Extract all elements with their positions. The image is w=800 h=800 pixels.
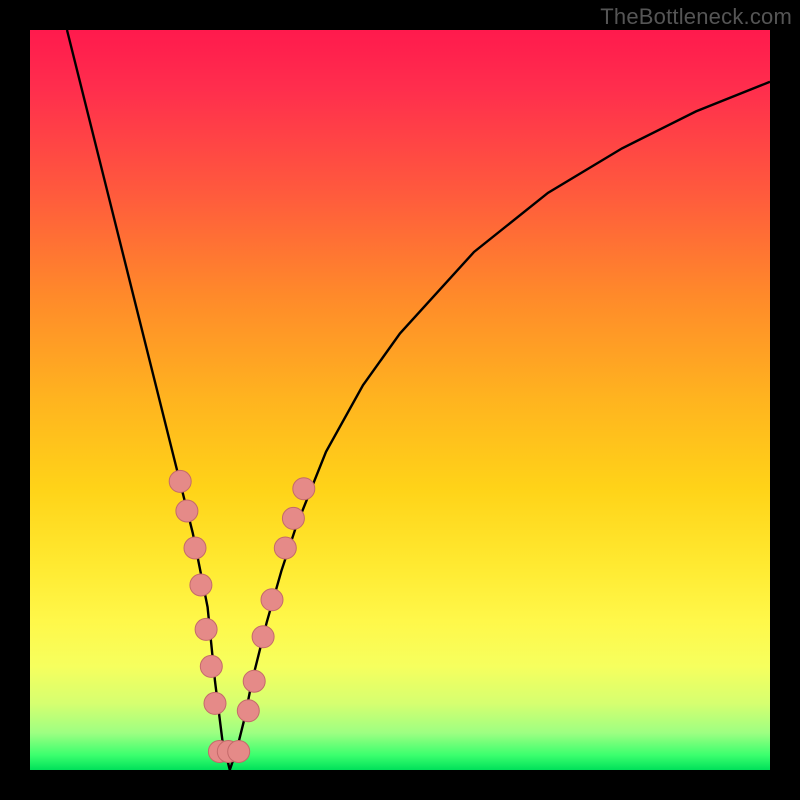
curve-marker	[293, 478, 315, 500]
curve-marker	[282, 507, 304, 529]
curve-layer	[30, 30, 770, 770]
curve-marker	[176, 500, 198, 522]
curve-marker	[261, 589, 283, 611]
chart-frame: TheBottleneck.com	[0, 0, 800, 800]
curve-marker	[204, 692, 226, 714]
bottleneck-curve	[67, 30, 770, 770]
curve-marker	[169, 470, 191, 492]
curve-marker	[228, 741, 250, 763]
plot-area	[30, 30, 770, 770]
curve-marker	[252, 626, 274, 648]
curve-marker	[184, 537, 206, 559]
curve-marker	[243, 670, 265, 692]
marker-group	[169, 470, 315, 762]
curve-marker	[274, 537, 296, 559]
watermark-text: TheBottleneck.com	[600, 4, 792, 30]
curve-marker	[195, 618, 217, 640]
curve-marker	[190, 574, 212, 596]
curve-marker	[200, 655, 222, 677]
curve-marker	[237, 700, 259, 722]
